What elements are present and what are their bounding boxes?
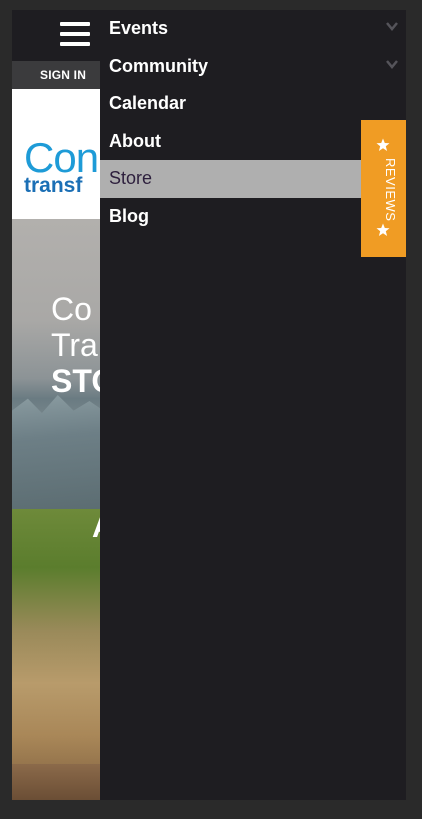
hero-headline: Co Tra STO <box>51 291 100 399</box>
reviews-tab[interactable]: REVIEWS <box>361 120 406 257</box>
hero-line-1: Co <box>51 291 92 327</box>
menu-item-label: Blog <box>109 205 149 226</box>
hero-line-3: STO <box>51 363 100 399</box>
menu-item-label: Store <box>109 168 153 189</box>
site-logo[interactable]: Con transf <box>12 89 100 219</box>
hero-line-2: Tra <box>51 327 98 363</box>
signin-bar: SIGN IN <box>12 61 100 89</box>
hamburger-menu-icon[interactable] <box>60 22 90 48</box>
logo-text-line1: Con <box>24 134 99 181</box>
menu-item-label: About <box>109 130 161 151</box>
menu-item-events[interactable]: Events <box>100 10 406 48</box>
reviews-label: REVIEWS <box>383 158 398 222</box>
top-bar <box>12 10 100 61</box>
wood-texture <box>12 764 100 800</box>
logo-text-line2: transf <box>24 174 83 197</box>
menu-item-calendar[interactable]: Calendar <box>100 85 406 123</box>
sign-in-link[interactable]: SIGN IN <box>40 68 86 82</box>
star-icon <box>376 223 390 236</box>
mountain-graphic <box>12 395 100 509</box>
star-icon <box>376 138 390 151</box>
menu-item-label: Events <box>109 18 169 39</box>
hero-banner: Co Tra STO <box>12 219 100 509</box>
app-frame: SIGN IN Con transf Co Tra STO A Events C… <box>12 10 406 800</box>
chevron-down-icon[interactable] <box>386 58 398 70</box>
menu-item-label: Community <box>109 55 208 76</box>
chevron-down-icon[interactable] <box>386 20 398 32</box>
menu-item-community[interactable]: Community <box>100 48 406 86</box>
menu-item-label: Calendar <box>109 93 187 114</box>
landscape-image: A <box>12 509 100 800</box>
image-caption-fragment: A <box>92 511 100 545</box>
